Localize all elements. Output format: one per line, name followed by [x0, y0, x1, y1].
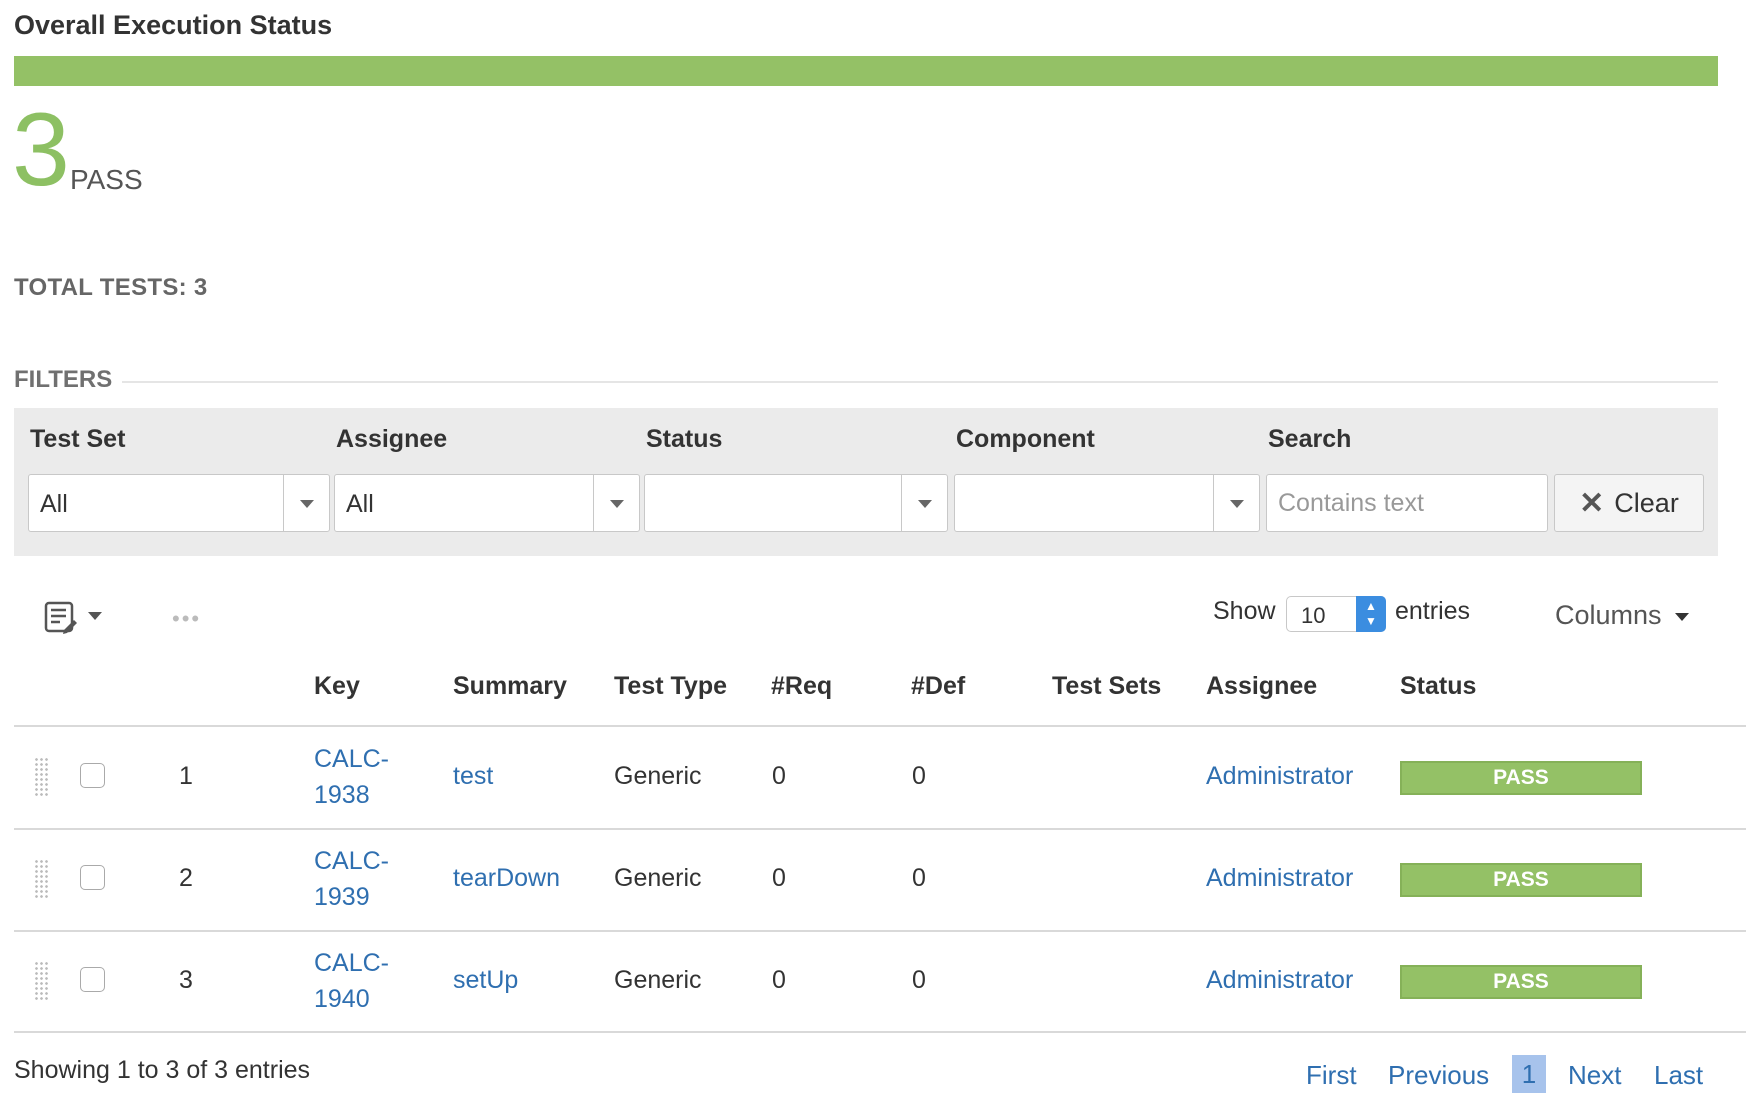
status-badge: PASS: [1400, 761, 1642, 795]
clear-button[interactable]: ✕ Clear: [1554, 474, 1704, 532]
column-header-req[interactable]: #Req: [771, 672, 832, 701]
edit-list-icon[interactable]: [44, 600, 78, 634]
row-checkbox[interactable]: [80, 763, 105, 788]
drag-handle-icon[interactable]: [34, 757, 50, 797]
clear-button-label: Clear: [1614, 487, 1679, 518]
pagination-current-page[interactable]: 1: [1512, 1055, 1546, 1093]
column-header-summary[interactable]: Summary: [453, 672, 567, 701]
status-label: Status: [646, 425, 723, 453]
row-def: 0: [912, 966, 926, 994]
table-row: 1 CALC- 1938 test Generic 0 0 Administrat…: [14, 727, 1746, 828]
filters-panel: Test Set All Assignee All Status Compone…: [14, 408, 1718, 556]
pagination-last[interactable]: Last: [1654, 1060, 1703, 1091]
entries-label: entries: [1395, 597, 1471, 625]
table-row: 3 CALC- 1940 setUp Generic 0 0 Administra…: [14, 931, 1746, 1032]
column-header-def[interactable]: #Def: [911, 672, 965, 701]
component-select[interactable]: [954, 474, 1260, 532]
drag-handle-icon[interactable]: [34, 961, 50, 1001]
close-icon: ✕: [1579, 486, 1605, 520]
assignee-select[interactable]: All: [334, 474, 640, 532]
chevron-down-icon[interactable]: [1675, 613, 1689, 621]
chevron-down-icon[interactable]: [88, 612, 102, 620]
table-info: Showing 1 to 3 of 3 entries: [14, 1056, 311, 1084]
row-assignee-link[interactable]: Administrator: [1206, 864, 1353, 893]
status-badge: PASS: [1400, 863, 1642, 897]
row-key-link[interactable]: CALC- 1938: [314, 741, 389, 813]
column-header-key[interactable]: Key: [314, 672, 360, 701]
row-index: 2: [179, 864, 193, 892]
status-badge: PASS: [1400, 965, 1642, 999]
row-summary-link[interactable]: tearDown: [453, 864, 560, 893]
row-def: 0: [912, 864, 926, 892]
chevron-down-icon: [918, 500, 932, 508]
row-key-link[interactable]: CALC- 1939: [314, 843, 389, 915]
status-select[interactable]: [644, 474, 948, 532]
test-set-label: Test Set: [30, 425, 126, 453]
row-checkbox[interactable]: [80, 967, 105, 992]
pass-count-label: PASS: [70, 164, 143, 195]
execution-status-bar: [14, 56, 1718, 86]
search-label: Search: [1268, 425, 1352, 453]
pass-count: 3: [12, 92, 70, 208]
assignee-value: All: [346, 490, 374, 518]
row-req: 0: [772, 762, 786, 790]
drag-handle-icon[interactable]: [34, 859, 50, 899]
table-row: 2 CALC- 1939 tearDown Generic 0 0 Adminis…: [14, 829, 1746, 930]
search-input[interactable]: [1266, 474, 1548, 532]
component-label: Component: [956, 425, 1095, 453]
row-assignee-link[interactable]: Administrator: [1206, 762, 1353, 791]
column-header-status[interactable]: Status: [1400, 672, 1476, 701]
column-header-assignee[interactable]: Assignee: [1206, 672, 1317, 701]
page-title: Overall Execution Status: [14, 10, 333, 40]
pagination-next[interactable]: Next: [1568, 1060, 1621, 1091]
pagination-previous[interactable]: Previous: [1388, 1060, 1489, 1091]
row-req: 0: [772, 864, 786, 892]
filters-divider: [122, 381, 1718, 383]
row-test-type: Generic: [614, 966, 702, 994]
filters-heading: FILTERS: [14, 366, 113, 393]
row-def: 0: [912, 762, 926, 790]
row-key-link[interactable]: CALC- 1940: [314, 945, 389, 1017]
show-label: Show: [1213, 597, 1276, 625]
total-tests: TOTAL TESTS: 3: [14, 274, 208, 301]
test-set-select[interactable]: All: [28, 474, 330, 532]
page-size-value: 10: [1301, 603, 1326, 628]
page-size-select[interactable]: 10 ▲ ▼: [1286, 596, 1386, 632]
more-options-icon[interactable]: •••: [172, 606, 201, 632]
row-test-type: Generic: [614, 864, 702, 892]
row-index: 1: [179, 762, 193, 790]
chevron-down-icon: [1230, 500, 1244, 508]
test-set-value: All: [40, 490, 68, 518]
row-test-type: Generic: [614, 762, 702, 790]
row-index: 3: [179, 966, 193, 994]
chevron-down-icon: [300, 500, 314, 508]
assignee-label: Assignee: [336, 425, 448, 453]
pagination-first[interactable]: First: [1306, 1060, 1357, 1091]
row-summary-link[interactable]: test: [453, 762, 493, 791]
row-assignee-link[interactable]: Administrator: [1206, 966, 1353, 995]
spinner-arrows-icon: ▲ ▼: [1356, 596, 1386, 632]
column-header-test-sets[interactable]: Test Sets: [1052, 672, 1161, 701]
column-header-test-type[interactable]: Test Type: [614, 672, 727, 701]
chevron-down-icon: [610, 500, 624, 508]
row-checkbox[interactable]: [80, 865, 105, 890]
columns-button[interactable]: Columns: [1555, 600, 1662, 631]
row-req: 0: [772, 966, 786, 994]
row-summary-link[interactable]: setUp: [453, 966, 518, 995]
